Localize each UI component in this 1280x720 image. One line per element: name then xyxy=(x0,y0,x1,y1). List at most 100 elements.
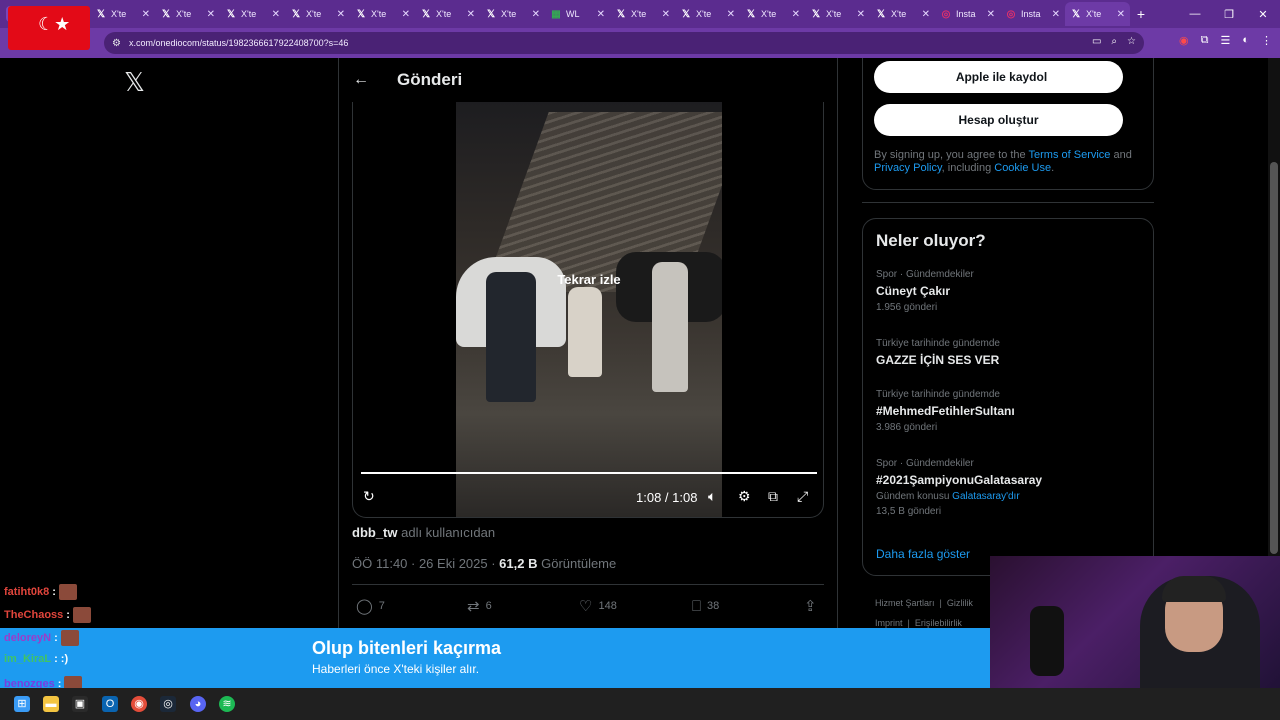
settings-gear-icon[interactable]: ⚙ xyxy=(738,488,751,505)
post-timestamp[interactable]: ÖÖ 11:40 · 26 Eki 2025 · xyxy=(352,556,499,571)
browser-tab[interactable]: 𝕏 X'te ✕ xyxy=(675,2,740,26)
discord-icon[interactable]: ◕ xyxy=(190,696,206,712)
tab-label: X'te xyxy=(826,9,842,19)
tab-close-icon[interactable]: ✕ xyxy=(857,9,865,20)
browser-tab[interactable]: 𝕏 X'te ✕ xyxy=(285,2,350,26)
browser-tab[interactable]: 𝕏 X'te ✕ xyxy=(415,2,480,26)
spotify-icon[interactable]: ≋ xyxy=(219,696,235,712)
tab-close-icon[interactable]: ✕ xyxy=(272,9,280,20)
restore-icon[interactable]: ❐ xyxy=(1212,8,1246,21)
zoom-icon[interactable]: ⌕ xyxy=(1111,36,1117,47)
fullscreen-icon[interactable]: ⤢ xyxy=(797,488,808,505)
browser-tab[interactable]: 𝕏 X'te ✕ xyxy=(610,2,675,26)
view-count: 61,2 B xyxy=(499,556,538,571)
browser-tab[interactable]: 𝕏 X'te ✕ xyxy=(1065,2,1130,26)
cast-icon[interactable]: ▭ xyxy=(1092,36,1101,47)
video-progress-bar[interactable] xyxy=(361,472,817,474)
chrome-icon[interactable]: ◉ xyxy=(131,696,147,712)
tab-close-icon[interactable]: ✕ xyxy=(792,9,800,20)
repost-button[interactable]: ⇄ 6 xyxy=(467,597,492,615)
video-frame[interactable] xyxy=(456,102,722,517)
picture-in-picture-icon[interactable]: ⧉ xyxy=(768,488,778,505)
trend-name: #2021ŞampiyonuGalatasaray xyxy=(876,473,1043,487)
tab-close-icon[interactable]: ✕ xyxy=(337,9,345,20)
apple-signup-button[interactable]: Apple ile kaydol xyxy=(874,61,1123,93)
cookie-link[interactable]: Cookie Use xyxy=(994,162,1051,174)
footer-link[interactable]: Gizlilik xyxy=(947,598,973,608)
replay-icon[interactable]: ↻ xyxy=(363,488,375,505)
site-info-icon[interactable]: ⚙ xyxy=(112,38,121,49)
browser-tab[interactable]: ◎ Insta ✕ xyxy=(1000,2,1065,26)
browser-tab[interactable]: 𝕏 X'te ✕ xyxy=(350,2,415,26)
trend-topic-link[interactable]: Galatasaray'dır xyxy=(952,491,1020,502)
browser-tab[interactable]: 𝕏 X'te ✕ xyxy=(740,2,805,26)
trend-item[interactable]: Spor · Gündemdekiler #2021ŞampiyonuGalat… xyxy=(876,458,1146,517)
trend-item[interactable]: Türkiye tarihinde gündemde GAZZE İÇİN SE… xyxy=(876,338,1146,367)
browser-tab[interactable]: 𝕏 X'te ✕ xyxy=(870,2,935,26)
tab-close-icon[interactable]: ✕ xyxy=(727,9,735,20)
bookmark-button[interactable]: ⎕ 38 xyxy=(692,598,719,615)
tab-close-icon[interactable]: ✕ xyxy=(532,9,540,20)
trend-item[interactable]: Spor · Gündemdekiler Cüneyt Çakır 1.956 … xyxy=(876,269,1146,313)
windows-start-icon[interactable]: ⊞ xyxy=(14,696,30,712)
file-explorer-icon[interactable]: ▬ xyxy=(43,696,59,712)
show-more-link[interactable]: Daha fazla göster xyxy=(876,547,970,561)
tab-close-icon[interactable]: ✕ xyxy=(662,9,670,20)
browser-tab[interactable]: 𝕏 X'te ✕ xyxy=(90,2,155,26)
browser-tab[interactable]: 𝕏 X'te ✕ xyxy=(155,2,220,26)
tab-label: X'te xyxy=(696,9,712,19)
store-icon[interactable]: ▣ xyxy=(72,696,88,712)
browser-tab[interactable]: 𝕏 X'te ✕ xyxy=(805,2,870,26)
x-icon: 𝕏 xyxy=(356,8,366,20)
video-player[interactable]: Tekrar izle ↻ 1:08 / 1:08 🔈︎ ⚙ ⧉ ⤢ xyxy=(352,102,824,518)
legal-text: , including xyxy=(941,162,995,174)
like-button[interactable]: ♡ 148 xyxy=(579,597,617,615)
tab-close-icon[interactable]: ✕ xyxy=(1052,9,1060,20)
source-username[interactable]: dbb_tw xyxy=(352,525,398,540)
steam-icon[interactable]: ◎ xyxy=(160,696,176,712)
scrollbar-thumb[interactable] xyxy=(1270,162,1278,554)
extensions-puzzle-icon[interactable]: ⧉ xyxy=(1201,34,1209,47)
footer-link[interactable]: Erişilebilirlik xyxy=(915,618,962,628)
minimize-icon[interactable]: — xyxy=(1178,8,1212,20)
new-tab-button[interactable]: + xyxy=(1130,6,1152,22)
page-title: Gönderi xyxy=(397,70,463,89)
x-logo-icon[interactable]: 𝕏 xyxy=(124,68,145,98)
url-text[interactable]: x.com/onediocom/status/19823666179224087… xyxy=(129,38,348,48)
extension-red-icon[interactable]: ◉ xyxy=(1179,34,1189,47)
chat-text: : xyxy=(54,632,58,644)
volume-icon[interactable]: 🔈︎ xyxy=(708,488,716,505)
x-icon: 𝕏 xyxy=(876,8,886,20)
browser-tab[interactable]: ◎ Insta ✕ xyxy=(935,2,1000,26)
omnibox[interactable]: ⚙ x.com/onediocom/status/198236661792240… xyxy=(104,32,1144,54)
tab-close-icon[interactable]: ✕ xyxy=(922,9,930,20)
privacy-link[interactable]: Privacy Policy xyxy=(874,162,942,174)
tab-close-icon[interactable]: ✕ xyxy=(402,9,410,20)
tab-close-icon[interactable]: ✕ xyxy=(207,9,215,20)
browser-tab[interactable]: 𝕏 X'te ✕ xyxy=(480,2,545,26)
tab-close-icon[interactable]: ✕ xyxy=(597,9,605,20)
footer-link[interactable]: Hizmet Şartları xyxy=(875,598,935,608)
close-window-icon[interactable]: ✕ xyxy=(1246,8,1280,21)
outlook-icon[interactable]: O xyxy=(102,696,118,712)
tab-close-icon[interactable]: ✕ xyxy=(987,9,995,20)
back-arrow-icon[interactable]: ← xyxy=(353,71,369,89)
footer-link[interactable]: Imprint xyxy=(875,618,903,628)
menu-dots-icon[interactable]: ⋮ xyxy=(1261,34,1272,47)
share-button[interactable]: ⇪ xyxy=(804,597,817,615)
bookmark-count: 38 xyxy=(707,600,720,612)
tab-close-icon[interactable]: ✕ xyxy=(142,9,150,20)
tab-close-icon[interactable]: ✕ xyxy=(1117,9,1125,20)
browser-tab[interactable]: 𝕏 X'te ✕ xyxy=(220,2,285,26)
terms-link[interactable]: Terms of Service xyxy=(1029,149,1111,161)
trend-item[interactable]: Türkiye tarihinde gündemde #MehmedFetihl… xyxy=(876,389,1146,433)
bookmark-star-icon[interactable]: ☆ xyxy=(1127,36,1136,47)
replay-label[interactable]: Tekrar izle xyxy=(353,272,823,287)
profile-avatar-icon[interactable]: ◐ xyxy=(1242,34,1249,47)
create-account-button[interactable]: Hesap oluştur xyxy=(874,104,1123,136)
like-count: 148 xyxy=(598,600,617,612)
tab-close-icon[interactable]: ✕ xyxy=(467,9,475,20)
reading-list-icon[interactable]: ☰ xyxy=(1220,34,1230,47)
browser-tab[interactable]: ▦ WL ✕ xyxy=(545,2,610,26)
reply-button[interactable]: ◯ 7 xyxy=(356,597,385,615)
